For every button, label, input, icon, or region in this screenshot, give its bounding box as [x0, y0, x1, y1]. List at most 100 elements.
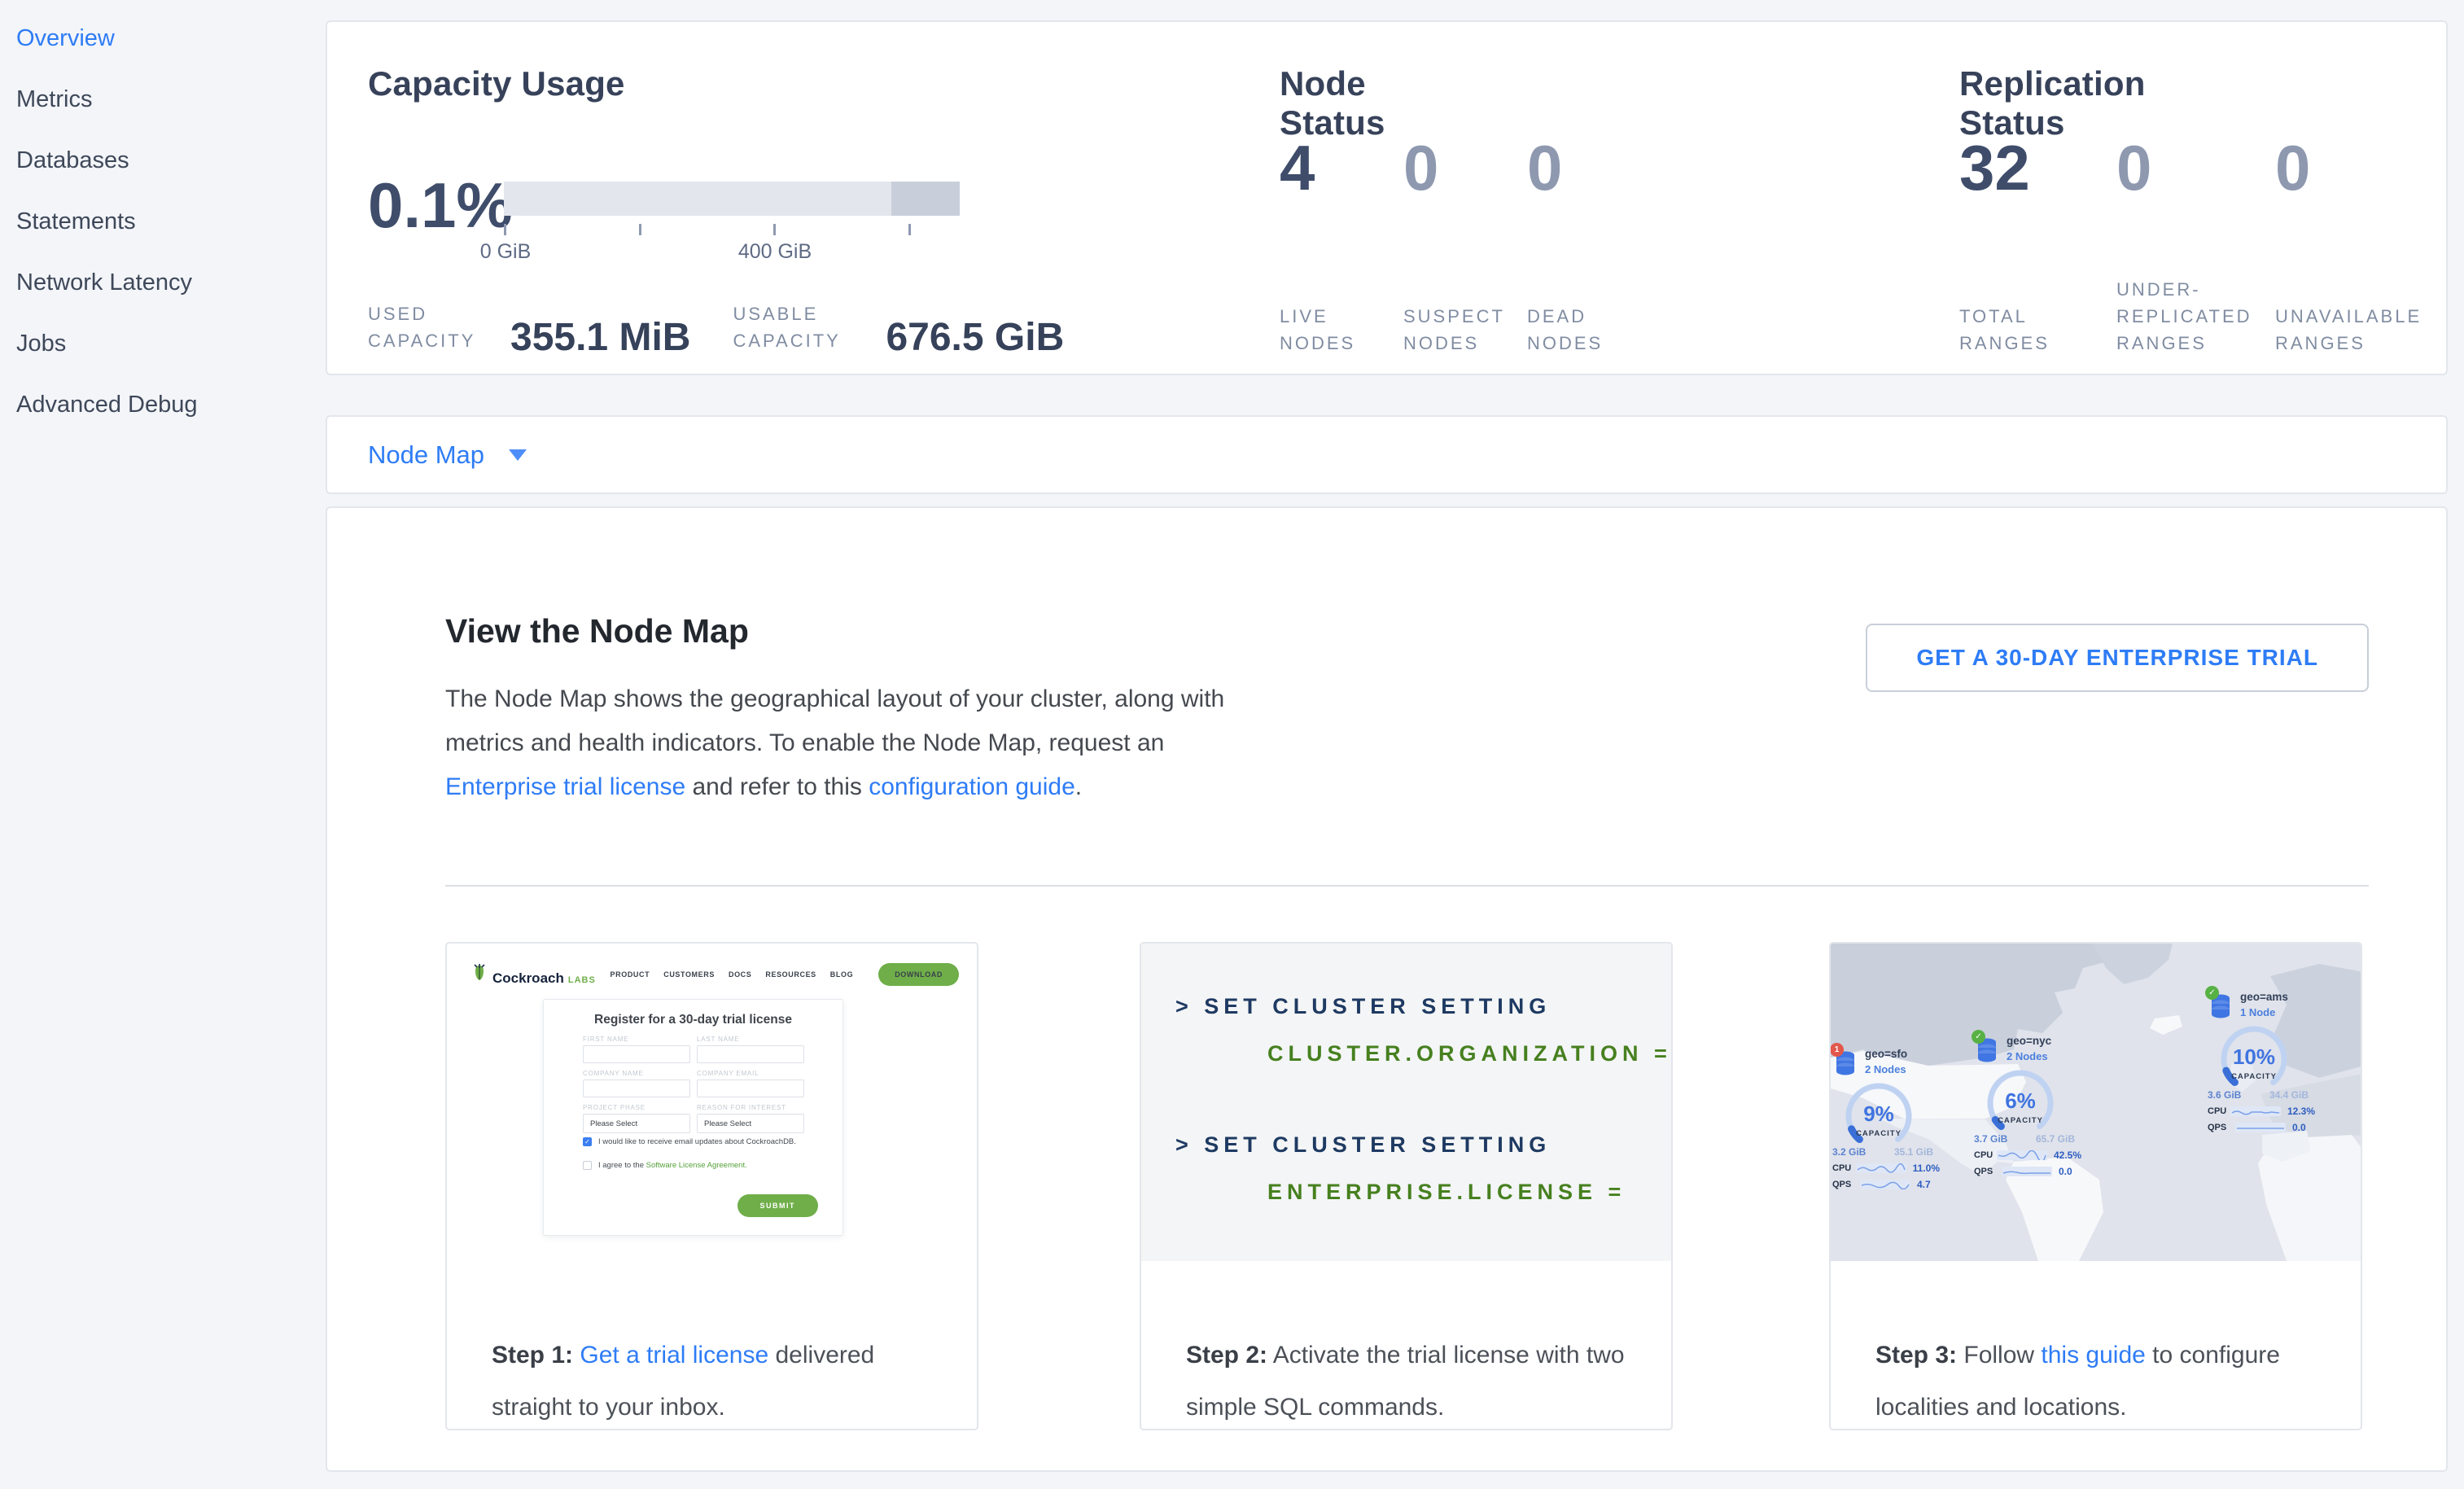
capacity-gauge: 9% CAPACITY — [1832, 1080, 1938, 1149]
cockroach-labs-logo: Cockroach LABS — [471, 963, 596, 987]
total-ranges-label: TOTALRANGES — [1959, 303, 2116, 357]
cpu-sparkline — [1856, 1163, 1906, 1173]
svg-text:CAPACITY: CAPACITY — [2231, 1072, 2277, 1081]
svg-text:9%: 9% — [1863, 1101, 1894, 1126]
locality-node-count: 2 Nodes — [1865, 1063, 1906, 1075]
qps-value: 0.0 — [2059, 1166, 2072, 1177]
page-title: View the Node Map — [445, 612, 749, 650]
step1-screenshot: Cockroach LABS PRODUCT CUSTOMERS DOCS RE… — [447, 944, 977, 1261]
capacity-bar-dark — [891, 182, 960, 216]
nodemap-dropdown-label[interactable]: Node Map — [368, 440, 484, 470]
step2-card: > SET CLUSTER SETTING CLUSTER.ORGANIZATI… — [1140, 942, 1673, 1430]
qps-value: 4.7 — [1917, 1179, 1931, 1190]
qps-sparkline — [2002, 1167, 2052, 1176]
sidebar-item-databases[interactable]: Databases — [0, 130, 326, 191]
sql-line: ENTERPRISE.LICENSE = — [1267, 1180, 1626, 1205]
live-nodes-label: LIVENODES — [1280, 303, 1403, 357]
capacity-max-value: 65.7 GiB — [2036, 1133, 2075, 1145]
first-name-field — [583, 1045, 690, 1063]
configuration-guide-link[interactable]: configuration guide — [869, 773, 1075, 800]
capacity-percent-value: 0.1% — [368, 173, 513, 237]
capacity-used-value: 3.6 GiB — [2208, 1089, 2241, 1101]
step2-caption: Step 2: Activate the trial license with … — [1141, 1261, 1671, 1430]
sidebar: Overview Metrics Databases Statements Ne… — [0, 0, 326, 1489]
cpu-sparkline — [1997, 1150, 2047, 1160]
sql-line: > SET CLUSTER SETTING — [1175, 994, 1551, 1019]
qps-value: 0.0 — [2292, 1122, 2306, 1133]
svg-text:10%: 10% — [2233, 1044, 2275, 1069]
dead-nodes-value: 0 — [1527, 136, 1649, 199]
get-trial-license-link[interactable]: Get a trial license — [580, 1342, 768, 1369]
under-replicated-ranges-value: 0 — [2116, 136, 2275, 199]
checkbox-empty-icon — [583, 1161, 592, 1170]
company-email-field — [697, 1080, 804, 1097]
nodemap-description: The Node Map shows the geographical layo… — [445, 677, 1259, 809]
node-status-title: Node Status — [1280, 64, 1385, 142]
get-enterprise-trial-button[interactable]: GET A 30-DAY ENTERPRISE TRIAL — [1866, 624, 2369, 692]
mini-nav-docs: DOCS — [729, 970, 751, 979]
sidebar-item-statements[interactable]: Statements — [0, 191, 326, 252]
enterprise-trial-license-link[interactable]: Enterprise trial license — [445, 773, 685, 800]
total-ranges-value: 32 — [1959, 136, 2116, 199]
capacity-usage-title: Capacity Usage — [368, 64, 625, 103]
checkbox-checked-icon: ✓ — [583, 1137, 592, 1146]
cpu-sparkline — [2230, 1106, 2281, 1116]
usable-capacity-value: 676.5 GiB — [886, 318, 1064, 357]
locality-marker-ams: ✓ geo=ams 1 Node 10% — [2208, 989, 2315, 1133]
unavailable-ranges-label: UNAVAILABLERANGES — [2275, 303, 2438, 357]
locality-name: geo=sfo — [1865, 1048, 1907, 1060]
sidebar-item-network-latency[interactable]: Network Latency — [0, 252, 326, 313]
capacity-max-value: 34.4 GiB — [2269, 1089, 2309, 1101]
locality-name: geo=nyc — [2007, 1035, 2051, 1047]
healthy-badge-icon: ✓ — [2205, 986, 2219, 1000]
locality-node-count: 1 Node — [2240, 1006, 2275, 1018]
sidebar-item-jobs[interactable]: Jobs — [0, 313, 326, 374]
live-nodes-value: 4 — [1280, 136, 1403, 199]
form-title: Register for a 30-day trial license — [544, 1013, 842, 1027]
capacity-usage-section: Capacity Usage 0.1% 0 GiB 400 GiB USEDCA… — [368, 22, 1280, 374]
locality-marker-nyc: ✓ geo=nyc 2 Nodes 6% — [1974, 1033, 2081, 1177]
locality-marker-sfo: 1 geo=sfo 2 Nodes 9% — [1832, 1046, 1940, 1190]
unavailable-ranges-value: 0 — [2275, 136, 2438, 199]
axis-tick-label: 400 GiB — [738, 240, 812, 264]
qps-sparkline — [1860, 1180, 1910, 1189]
step3-caption: Step 3: Follow this guide to configure l… — [1831, 1261, 2361, 1430]
chevron-down-icon — [509, 449, 527, 461]
capacity-used-value: 3.7 GiB — [1974, 1133, 2007, 1145]
db-console-overview-page: Overview Metrics Databases Statements Ne… — [0, 0, 2464, 1489]
axis-tick — [908, 224, 911, 235]
suspect-nodes-value: 0 — [1403, 136, 1527, 199]
step1-card: Cockroach LABS PRODUCT CUSTOMERS DOCS RE… — [445, 942, 978, 1430]
email-updates-checkbox-row: ✓ I would like to receive email updates … — [583, 1137, 796, 1146]
mini-nav-blog: BLOG — [830, 970, 853, 979]
under-replicated-ranges-label: UNDER-REPLICATEDRANGES — [2116, 276, 2275, 357]
sidebar-item-advanced-debug[interactable]: Advanced Debug — [0, 374, 326, 436]
mini-site-nav: PRODUCT CUSTOMERS DOCS RESOURCES BLOG DO… — [611, 963, 959, 986]
step2-sql-snippet: > SET CLUSTER SETTING CLUSTER.ORGANIZATI… — [1141, 944, 1671, 1261]
cockroach-icon — [471, 963, 488, 983]
sql-line: CLUSTER.ORGANIZATION = — [1267, 1041, 1671, 1066]
cluster-summary-card: Capacity Usage 0.1% 0 GiB 400 GiB USEDCA… — [326, 20, 2448, 375]
axis-tick — [773, 224, 776, 235]
sidebar-item-overview[interactable]: Overview — [0, 8, 326, 69]
mini-submit-button: SUBMIT — [737, 1194, 819, 1217]
suspect-nodes-label: SUSPECTNODES — [1403, 303, 1527, 357]
svg-text:6%: 6% — [2005, 1088, 2036, 1113]
this-guide-link[interactable]: this guide — [2041, 1342, 2145, 1369]
dead-nodes-label: DEADNODES — [1527, 303, 1649, 357]
capacity-max-value: 35.1 GiB — [1894, 1146, 1933, 1158]
mini-site-header: Cockroach LABS PRODUCT CUSTOMERS DOCS RE… — [447, 944, 977, 994]
healthy-badge-icon: ✓ — [1972, 1030, 1985, 1044]
nodemap-selector-card: Node Map — [326, 415, 2448, 494]
section-divider — [445, 885, 2369, 887]
locality-node-count: 2 Nodes — [2007, 1050, 2048, 1062]
nodemap-preview-image: 1 geo=sfo 2 Nodes 9% — [1831, 944, 2361, 1261]
nodemap-dropdown[interactable]: Node Map — [368, 440, 527, 470]
svg-text:CAPACITY: CAPACITY — [1856, 1129, 1902, 1138]
reason-for-interest-select: Please Select — [697, 1114, 804, 1133]
sidebar-item-metrics[interactable]: Metrics — [0, 69, 326, 130]
cpu-value: 42.5% — [2054, 1150, 2081, 1161]
mini-nav-customers: CUSTOMERS — [663, 970, 715, 979]
step3-card: 1 geo=sfo 2 Nodes 9% — [1829, 942, 2362, 1430]
software-license-agreement-link: Software License Agreement. — [646, 1161, 747, 1170]
